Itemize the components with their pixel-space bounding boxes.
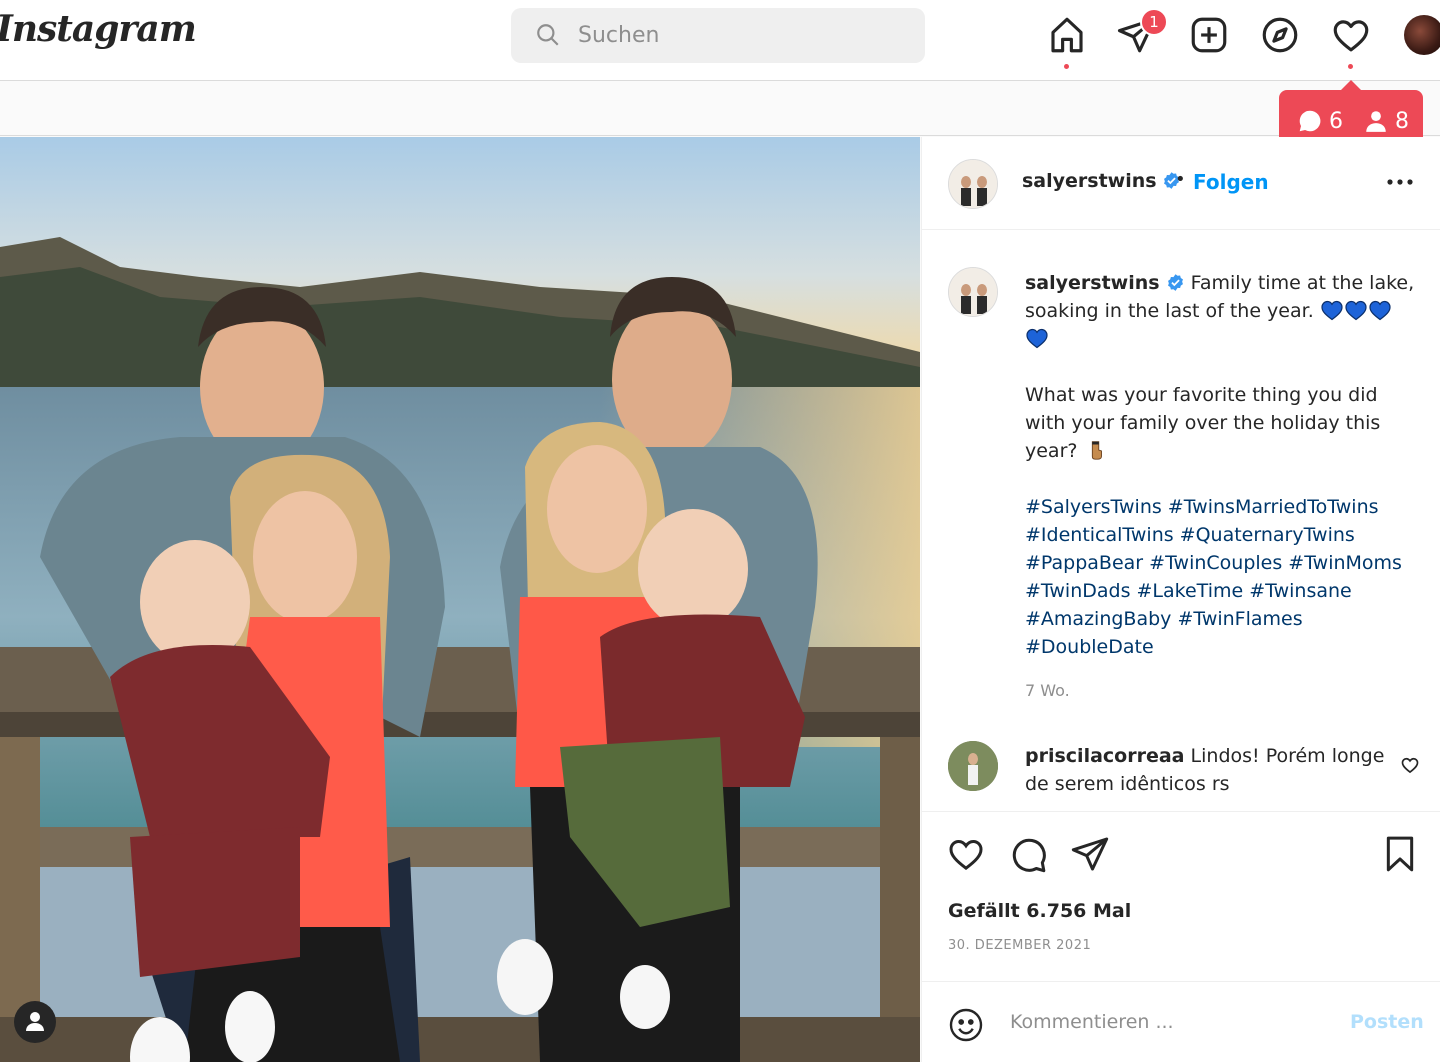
save-bookmark-icon[interactable]: [1380, 834, 1420, 874]
subheader-strip: [0, 82, 1440, 136]
post-comment-button[interactable]: Posten: [1350, 1011, 1424, 1033]
comment-bubble-icon: [1299, 110, 1321, 132]
search-input[interactable]: Suchen: [511, 8, 925, 63]
top-navigation-bar: Instagram Suchen 1: [0, 0, 1440, 81]
comment-item: priscilacorreaa Lindos! Porém longe de s…: [1025, 742, 1385, 798]
comment-count: 6: [1329, 108, 1343, 134]
caption-author-avatar[interactable]: [948, 267, 998, 317]
author-avatar[interactable]: [948, 159, 998, 209]
follow-button[interactable]: Folgen: [1193, 170, 1269, 194]
person-icon: [1366, 111, 1386, 132]
follower-notifications: 8: [1363, 108, 1409, 134]
caption-timestamp[interactable]: 7 Wo.: [1025, 681, 1070, 700]
search-icon: [537, 24, 559, 46]
caption-question: What was your favorite thing you did wit…: [1025, 384, 1381, 462]
home-active-dot: [1064, 64, 1069, 69]
caption-username[interactable]: salyerstwins: [1025, 272, 1160, 294]
post-caption: salyerstwins Family time at the lake, so…: [1025, 269, 1415, 661]
blue-heart-emoji-icon: [1345, 300, 1367, 321]
pointing-down-hand-emoji-icon: [1091, 441, 1102, 460]
post-header: salyerstwins • Folgen: [922, 137, 1440, 230]
person-tag-icon: [26, 1012, 44, 1031]
comment-input-bar: Kommentieren ... Posten: [922, 981, 1440, 1062]
separator-dot: •: [1175, 169, 1186, 190]
comment-like-heart-icon[interactable]: [1400, 755, 1420, 775]
post-detail-panel: salyerstwins • Folgen salyerstwins Famil…: [921, 137, 1440, 1062]
tagged-people-button[interactable]: [14, 1001, 56, 1043]
activity-active-dot: [1348, 64, 1353, 69]
like-heart-icon[interactable]: [946, 834, 986, 874]
blue-heart-emoji-icon: [1321, 300, 1343, 321]
activity-heart-icon[interactable]: [1330, 14, 1372, 56]
share-icon[interactable]: [1070, 834, 1110, 874]
follower-count: 8: [1395, 108, 1409, 134]
commenter-avatar[interactable]: [948, 741, 998, 791]
likes-count[interactable]: Gefällt 6.756 Mal: [948, 900, 1131, 922]
search-placeholder: Suchen: [578, 23, 660, 48]
instagram-logo[interactable]: Instagram: [0, 8, 197, 50]
more-options-icon[interactable]: [1382, 167, 1418, 197]
blue-heart-emoji-icon: [1026, 328, 1048, 349]
author-username[interactable]: salyerstwins: [1022, 170, 1157, 192]
comment-input[interactable]: Kommentieren ...: [1010, 1011, 1174, 1033]
profile-avatar[interactable]: [1404, 15, 1440, 55]
post-date[interactable]: 30. DEZEMBER 2021: [948, 938, 1091, 953]
post-actions: Gefällt 6.756 Mal 30. DEZEMBER 2021: [922, 811, 1440, 983]
direct-messages-badge: 1: [1140, 8, 1168, 36]
caption-hashtags[interactable]: #SalyersTwins #TwinsMarriedToTwins #Iden…: [1025, 493, 1415, 661]
blue-heart-emoji-icon: [1369, 300, 1391, 321]
post-image-illustration: [0, 137, 920, 1062]
explore-compass-icon[interactable]: [1259, 14, 1301, 56]
comment-icon[interactable]: [1008, 834, 1048, 874]
commenter-username[interactable]: priscilacorreaa: [1025, 745, 1185, 767]
author-name-row: salyerstwins: [1022, 170, 1181, 192]
new-post-icon[interactable]: [1188, 14, 1230, 56]
post-photo[interactable]: [0, 137, 920, 1062]
emoji-smiley-icon[interactable]: [948, 1007, 984, 1043]
verified-badge-icon: [1167, 274, 1183, 291]
comment-notifications: 6: [1297, 108, 1343, 134]
home-icon[interactable]: [1046, 14, 1088, 56]
